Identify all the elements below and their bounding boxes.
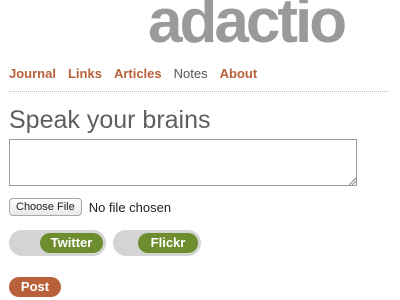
twitter-toggle[interactable]: Twitter (9, 230, 106, 256)
flickr-toggle-label: Flickr (138, 233, 198, 253)
choose-file-button[interactable]: Choose File (9, 198, 82, 216)
flickr-toggle[interactable]: Flickr (113, 230, 201, 256)
note-textarea[interactable] (9, 139, 357, 186)
nav-divider (9, 91, 389, 92)
twitter-toggle-label: Twitter (40, 233, 103, 253)
file-status-text: No file chosen (88, 199, 172, 215)
nav-item-notes[interactable]: Notes (174, 66, 208, 82)
page-heading: Speak your brains (9, 106, 211, 134)
nav-item-links[interactable]: Links (68, 66, 102, 82)
site-logo[interactable]: adactio (148, 0, 347, 53)
file-upload: Choose File No file chosen (9, 198, 171, 216)
resize-grip-icon[interactable] (349, 178, 356, 185)
nav-item-about[interactable]: About (220, 66, 258, 82)
nav-item-articles[interactable]: Articles (114, 66, 162, 82)
post-button[interactable]: Post (9, 277, 61, 297)
main-nav: Journal Links Articles Notes About (9, 66, 269, 82)
nav-item-journal[interactable]: Journal (9, 66, 56, 82)
